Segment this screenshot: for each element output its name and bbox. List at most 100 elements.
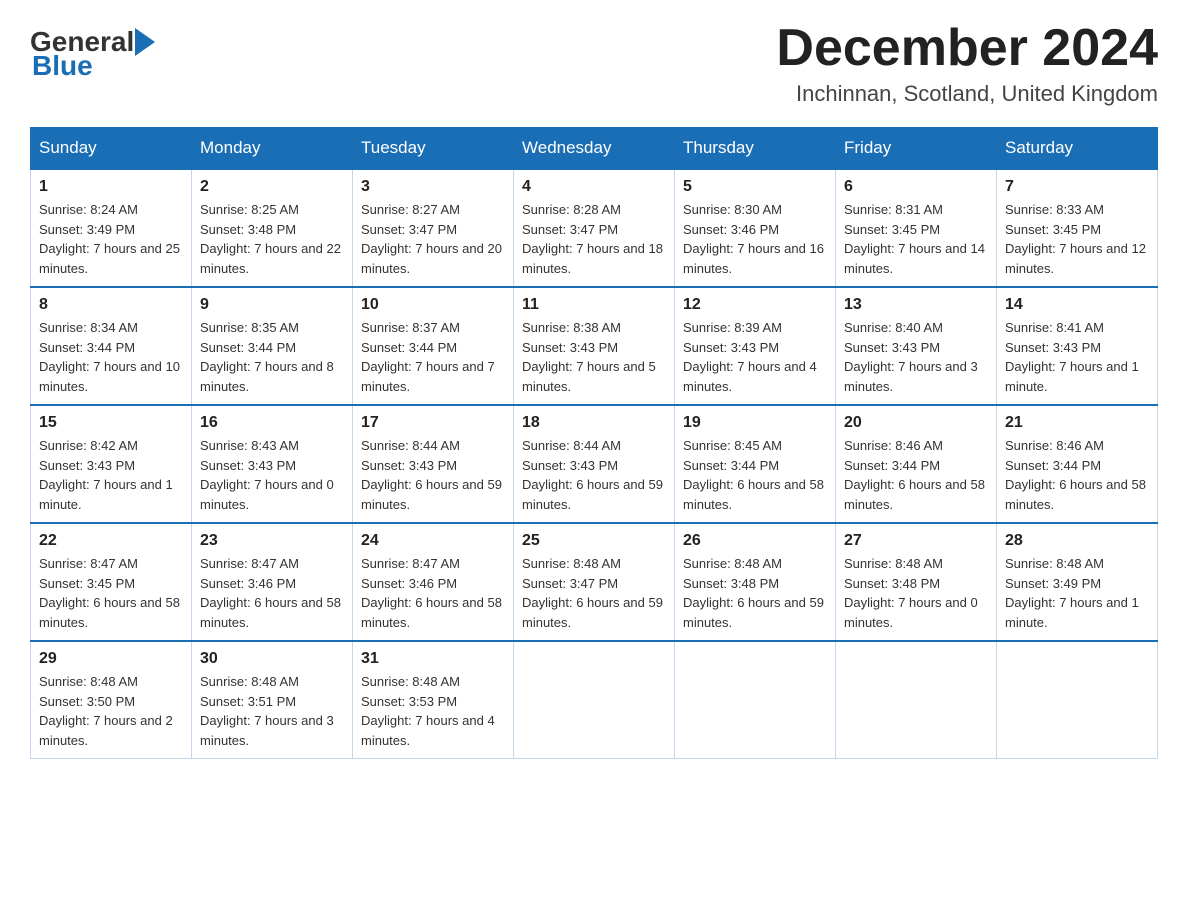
- day-info: Sunrise: 8:46 AMSunset: 3:44 PMDaylight:…: [844, 436, 988, 514]
- day-number: 29: [39, 650, 183, 668]
- day-info: Sunrise: 8:48 AMSunset: 3:48 PMDaylight:…: [844, 554, 988, 632]
- table-row: 23 Sunrise: 8:47 AMSunset: 3:46 PMDaylig…: [192, 523, 353, 641]
- col-thursday: Thursday: [675, 128, 836, 170]
- table-row: 19 Sunrise: 8:45 AMSunset: 3:44 PMDaylig…: [675, 405, 836, 523]
- day-info: Sunrise: 8:40 AMSunset: 3:43 PMDaylight:…: [844, 318, 988, 396]
- table-row: 1 Sunrise: 8:24 AMSunset: 3:49 PMDayligh…: [31, 169, 192, 287]
- day-number: 27: [844, 532, 988, 550]
- day-number: 8: [39, 296, 183, 314]
- day-number: 6: [844, 178, 988, 196]
- day-info: Sunrise: 8:46 AMSunset: 3:44 PMDaylight:…: [1005, 436, 1149, 514]
- day-number: 18: [522, 414, 666, 432]
- table-row: 10 Sunrise: 8:37 AMSunset: 3:44 PMDaylig…: [353, 287, 514, 405]
- col-friday: Friday: [836, 128, 997, 170]
- calendar-week-row: 29 Sunrise: 8:48 AMSunset: 3:50 PMDaylig…: [31, 641, 1158, 759]
- day-number: 11: [522, 296, 666, 314]
- day-number: 22: [39, 532, 183, 550]
- day-info: Sunrise: 8:45 AMSunset: 3:44 PMDaylight:…: [683, 436, 827, 514]
- day-number: 4: [522, 178, 666, 196]
- day-number: 28: [1005, 532, 1149, 550]
- calendar-week-row: 22 Sunrise: 8:47 AMSunset: 3:45 PMDaylig…: [31, 523, 1158, 641]
- table-row: 16 Sunrise: 8:43 AMSunset: 3:43 PMDaylig…: [192, 405, 353, 523]
- day-info: Sunrise: 8:42 AMSunset: 3:43 PMDaylight:…: [39, 436, 183, 514]
- day-info: Sunrise: 8:41 AMSunset: 3:43 PMDaylight:…: [1005, 318, 1149, 396]
- table-row: 20 Sunrise: 8:46 AMSunset: 3:44 PMDaylig…: [836, 405, 997, 523]
- table-row: 14 Sunrise: 8:41 AMSunset: 3:43 PMDaylig…: [997, 287, 1158, 405]
- table-row: 26 Sunrise: 8:48 AMSunset: 3:48 PMDaylig…: [675, 523, 836, 641]
- day-info: Sunrise: 8:48 AMSunset: 3:48 PMDaylight:…: [683, 554, 827, 632]
- table-row: 7 Sunrise: 8:33 AMSunset: 3:45 PMDayligh…: [997, 169, 1158, 287]
- day-number: 20: [844, 414, 988, 432]
- day-info: Sunrise: 8:44 AMSunset: 3:43 PMDaylight:…: [522, 436, 666, 514]
- table-row: 9 Sunrise: 8:35 AMSunset: 3:44 PMDayligh…: [192, 287, 353, 405]
- day-number: 31: [361, 650, 505, 668]
- day-info: Sunrise: 8:28 AMSunset: 3:47 PMDaylight:…: [522, 200, 666, 278]
- table-row: 8 Sunrise: 8:34 AMSunset: 3:44 PMDayligh…: [31, 287, 192, 405]
- calendar-week-row: 8 Sunrise: 8:34 AMSunset: 3:44 PMDayligh…: [31, 287, 1158, 405]
- month-title: December 2024: [776, 20, 1158, 77]
- day-number: 16: [200, 414, 344, 432]
- day-number: 5: [683, 178, 827, 196]
- day-info: Sunrise: 8:39 AMSunset: 3:43 PMDaylight:…: [683, 318, 827, 396]
- table-row: 24 Sunrise: 8:47 AMSunset: 3:46 PMDaylig…: [353, 523, 514, 641]
- day-number: 24: [361, 532, 505, 550]
- day-info: Sunrise: 8:48 AMSunset: 3:51 PMDaylight:…: [200, 672, 344, 750]
- table-row: [997, 641, 1158, 759]
- table-row: 25 Sunrise: 8:48 AMSunset: 3:47 PMDaylig…: [514, 523, 675, 641]
- table-row: 22 Sunrise: 8:47 AMSunset: 3:45 PMDaylig…: [31, 523, 192, 641]
- day-number: 12: [683, 296, 827, 314]
- logo-blue-label: Blue: [32, 50, 93, 82]
- table-row: 13 Sunrise: 8:40 AMSunset: 3:43 PMDaylig…: [836, 287, 997, 405]
- day-number: 30: [200, 650, 344, 668]
- day-number: 1: [39, 178, 183, 196]
- day-info: Sunrise: 8:30 AMSunset: 3:46 PMDaylight:…: [683, 200, 827, 278]
- day-info: Sunrise: 8:31 AMSunset: 3:45 PMDaylight:…: [844, 200, 988, 278]
- calendar-week-row: 15 Sunrise: 8:42 AMSunset: 3:43 PMDaylig…: [31, 405, 1158, 523]
- day-info: Sunrise: 8:44 AMSunset: 3:43 PMDaylight:…: [361, 436, 505, 514]
- day-number: 14: [1005, 296, 1149, 314]
- table-row: 2 Sunrise: 8:25 AMSunset: 3:48 PMDayligh…: [192, 169, 353, 287]
- table-row: 12 Sunrise: 8:39 AMSunset: 3:43 PMDaylig…: [675, 287, 836, 405]
- day-number: 17: [361, 414, 505, 432]
- day-number: 10: [361, 296, 505, 314]
- day-info: Sunrise: 8:24 AMSunset: 3:49 PMDaylight:…: [39, 200, 183, 278]
- title-section: December 2024 Inchinnan, Scotland, Unite…: [776, 20, 1158, 107]
- day-number: 2: [200, 178, 344, 196]
- table-row: 11 Sunrise: 8:38 AMSunset: 3:43 PMDaylig…: [514, 287, 675, 405]
- day-number: 23: [200, 532, 344, 550]
- day-info: Sunrise: 8:47 AMSunset: 3:46 PMDaylight:…: [361, 554, 505, 632]
- table-row: [675, 641, 836, 759]
- table-row: 18 Sunrise: 8:44 AMSunset: 3:43 PMDaylig…: [514, 405, 675, 523]
- day-number: 21: [1005, 414, 1149, 432]
- table-row: 30 Sunrise: 8:48 AMSunset: 3:51 PMDaylig…: [192, 641, 353, 759]
- col-monday: Monday: [192, 128, 353, 170]
- day-number: 26: [683, 532, 827, 550]
- col-tuesday: Tuesday: [353, 128, 514, 170]
- day-info: Sunrise: 8:27 AMSunset: 3:47 PMDaylight:…: [361, 200, 505, 278]
- day-info: Sunrise: 8:35 AMSunset: 3:44 PMDaylight:…: [200, 318, 344, 396]
- table-row: 21 Sunrise: 8:46 AMSunset: 3:44 PMDaylig…: [997, 405, 1158, 523]
- day-number: 19: [683, 414, 827, 432]
- day-info: Sunrise: 8:43 AMSunset: 3:43 PMDaylight:…: [200, 436, 344, 514]
- table-row: 17 Sunrise: 8:44 AMSunset: 3:43 PMDaylig…: [353, 405, 514, 523]
- location-label: Inchinnan, Scotland, United Kingdom: [776, 81, 1158, 107]
- day-info: Sunrise: 8:48 AMSunset: 3:49 PMDaylight:…: [1005, 554, 1149, 632]
- calendar-week-row: 1 Sunrise: 8:24 AMSunset: 3:49 PMDayligh…: [31, 169, 1158, 287]
- logo-triangle-icon: [135, 28, 155, 56]
- table-row: 5 Sunrise: 8:30 AMSunset: 3:46 PMDayligh…: [675, 169, 836, 287]
- table-row: 27 Sunrise: 8:48 AMSunset: 3:48 PMDaylig…: [836, 523, 997, 641]
- table-row: 4 Sunrise: 8:28 AMSunset: 3:47 PMDayligh…: [514, 169, 675, 287]
- table-row: 31 Sunrise: 8:48 AMSunset: 3:53 PMDaylig…: [353, 641, 514, 759]
- calendar-table: Sunday Monday Tuesday Wednesday Thursday…: [30, 127, 1158, 759]
- table-row: 3 Sunrise: 8:27 AMSunset: 3:47 PMDayligh…: [353, 169, 514, 287]
- table-row: 29 Sunrise: 8:48 AMSunset: 3:50 PMDaylig…: [31, 641, 192, 759]
- calendar-header-row: Sunday Monday Tuesday Wednesday Thursday…: [31, 128, 1158, 170]
- day-number: 9: [200, 296, 344, 314]
- day-info: Sunrise: 8:48 AMSunset: 3:50 PMDaylight:…: [39, 672, 183, 750]
- table-row: 28 Sunrise: 8:48 AMSunset: 3:49 PMDaylig…: [997, 523, 1158, 641]
- day-info: Sunrise: 8:47 AMSunset: 3:46 PMDaylight:…: [200, 554, 344, 632]
- day-number: 25: [522, 532, 666, 550]
- col-saturday: Saturday: [997, 128, 1158, 170]
- day-info: Sunrise: 8:48 AMSunset: 3:53 PMDaylight:…: [361, 672, 505, 750]
- day-info: Sunrise: 8:37 AMSunset: 3:44 PMDaylight:…: [361, 318, 505, 396]
